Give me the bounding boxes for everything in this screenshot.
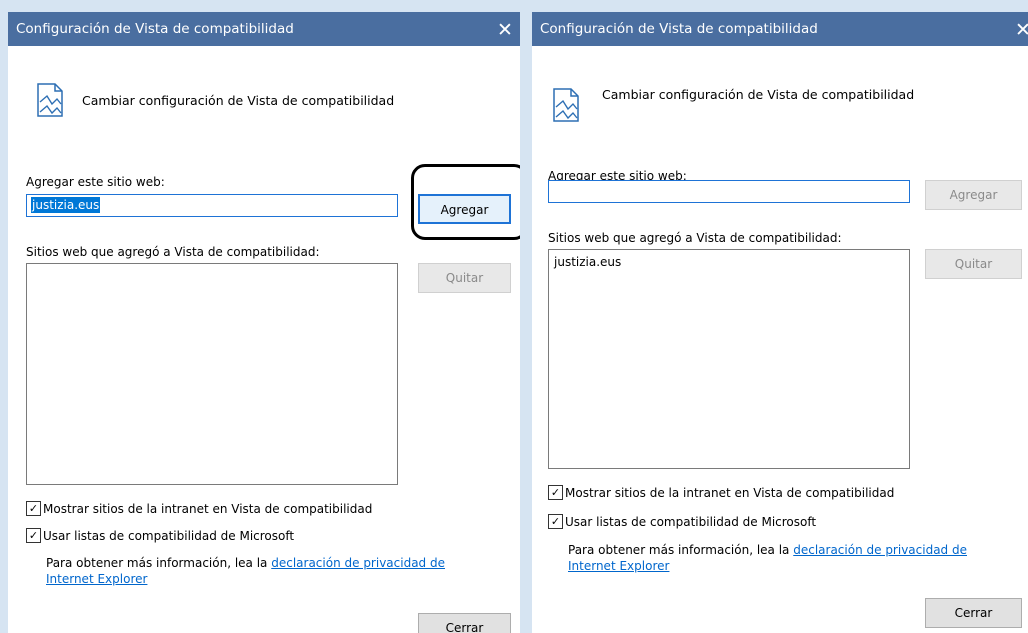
intranet-checkbox[interactable]: ✓ [548, 485, 563, 500]
microsoft-list-checkbox-label: Usar listas de compatibilidad de Microso… [43, 529, 295, 543]
privacy-info-text: Para obtener más información, lea la [46, 556, 268, 570]
close-icon[interactable]: ✕ [1010, 17, 1028, 43]
dialog-title: Configuración de Vista de compatibilidad [16, 21, 294, 37]
microsoft-list-checkbox-row[interactable]: ✓ Usar listas de compatibilidad de Micros… [548, 514, 817, 533]
add-site-label: Agregar este sitio web: [26, 175, 165, 189]
remove-button[interactable]: Quitar [925, 249, 1022, 279]
intranet-checkbox-label: Mostrar sitios de la intranet en Vista d… [43, 502, 373, 516]
add-site-input[interactable] [548, 180, 910, 203]
privacy-info-text: Para obtener más información, lea la [568, 543, 790, 557]
close-button[interactable]: Cerrar [418, 613, 511, 633]
microsoft-list-checkbox-label: Usar listas de compatibilidad de Microso… [565, 515, 817, 529]
privacy-info: Para obtener más información, lea la dec… [568, 542, 1008, 574]
intranet-checkbox-row[interactable]: ✓ Mostrar sitios de la intranet en Vista … [548, 485, 895, 504]
microsoft-list-checkbox-row[interactable]: ✓ Usar listas de compatibilidad de Micros… [26, 528, 295, 547]
compat-dialog-left: Configuración de Vista de compatibilidad… [8, 12, 520, 633]
dialog-heading: Cambiar configuración de Vista de compat… [82, 93, 395, 108]
add-button[interactable]: Agregar [925, 180, 1022, 210]
add-site-input[interactable]: justizia.eus [26, 194, 398, 217]
title-bar: Configuración de Vista de compatibilidad… [532, 12, 1028, 46]
highlight-annotation [411, 164, 520, 240]
compat-dialog-right: Configuración de Vista de compatibilidad… [532, 12, 1028, 633]
intranet-checkbox-row[interactable]: ✓ Mostrar sitios de la intranet en Vista … [26, 501, 373, 520]
privacy-info: Para obtener más información, lea la dec… [46, 555, 496, 587]
sites-list-label: Sitios web que agregó a Vista de compati… [548, 231, 842, 245]
page-icon [553, 88, 579, 122]
microsoft-list-checkbox[interactable]: ✓ [548, 514, 563, 529]
page-icon [37, 83, 63, 117]
dialog-title: Configuración de Vista de compatibilidad [540, 21, 818, 37]
sites-listbox[interactable]: justizia.eus [548, 249, 910, 469]
add-site-input-value: justizia.eus [31, 197, 101, 213]
remove-button[interactable]: Quitar [418, 263, 511, 293]
intranet-checkbox-label: Mostrar sitios de la intranet en Vista d… [565, 486, 895, 500]
dialog-heading: Cambiar configuración de Vista de compat… [602, 87, 915, 102]
intranet-checkbox[interactable]: ✓ [26, 501, 41, 516]
microsoft-list-checkbox[interactable]: ✓ [26, 528, 41, 543]
sites-list-label: Sitios web que agregó a Vista de compati… [26, 245, 320, 259]
close-button[interactable]: Cerrar [925, 598, 1022, 628]
sites-listbox[interactable] [26, 263, 398, 485]
close-icon[interactable]: ✕ [492, 17, 518, 43]
title-bar: Configuración de Vista de compatibilidad… [8, 12, 520, 46]
list-item[interactable]: justizia.eus [549, 250, 909, 269]
